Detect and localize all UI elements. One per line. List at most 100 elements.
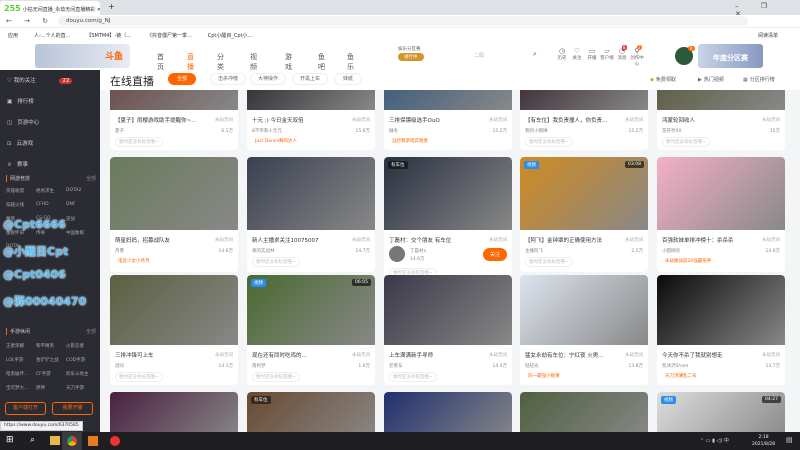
sidebar-game-link[interactable]: 金铲铲之战 [36, 357, 66, 363]
app-icon[interactable] [88, 436, 98, 446]
header-tool[interactable]: ⚲ 创作中心 [630, 47, 644, 67]
bookmark-item[interactable]: 《抖音僵尸第一季... [147, 33, 192, 39]
stream-title[interactable]: 鸿蒙轮回收人 [662, 116, 752, 124]
sidebar-game-link[interactable]: DNF [66, 202, 96, 208]
sidebar-game-link[interactable]: COD手游 [66, 357, 96, 363]
bookmark-item[interactable]: 人-...个人的直... [34, 33, 70, 39]
sidebar-game-link[interactable]: 天刀手游 [66, 385, 96, 391]
anchor-name[interactable]: 花开乔XX [662, 128, 682, 134]
header-tool[interactable]: ▭ 开播 [585, 47, 599, 61]
anchor-name[interactable]: 8不带刺十元元 [252, 128, 282, 134]
anchor-name[interactable]: 我的小钢琳 [525, 128, 548, 134]
filter-chip[interactable]: 开黑上车 [292, 73, 328, 85]
bookmark-item[interactable]: 应用 [8, 33, 18, 39]
pc-all-link[interactable]: 全部 [86, 175, 96, 182]
live-card[interactable]: 三排冲锋可上车 永劫无间 酒问 14.1万 暂时还没有标签哦~ [110, 275, 238, 385]
sidebar-item[interactable]: ◫ 页游中心 [7, 118, 39, 126]
url-input[interactable]: douyu.com/g_NJ [58, 16, 748, 26]
anchor-name[interactable]: 轻轻光 [525, 363, 539, 369]
reading-list[interactable]: 阅读清单 [758, 32, 778, 39]
live-card[interactable]: 猛女永劫有车位：宁红夜 火男... 永劫无间 轻轻光 13.8万 同一最强小根薄 [520, 275, 648, 385]
anchor-name[interactable]: 月熹 [115, 248, 124, 254]
sidebar-game-link[interactable]: 欢乐斗地主 [66, 371, 96, 377]
stream-title[interactable]: 三排冲锋可上车 [115, 351, 205, 359]
live-card[interactable]: 有车位 丁磊村：交个朋友 有车位 永劫无间 丁磊村x 14.6万 关注 暂时还没有标签哦~ [384, 157, 512, 292]
file-explorer-icon[interactable] [50, 436, 60, 445]
new-tab-button[interactable]: + [108, 2, 115, 11]
anchor-avatar[interactable] [389, 246, 405, 262]
bookmark-item[interactable]: 【SMTM4】-链（... [86, 33, 131, 39]
stream-title[interactable]: 今天你不杀了我就别想走 [662, 351, 752, 359]
sidebar-game-link[interactable]: 火影忍者 [66, 343, 96, 349]
stream-title[interactable]: 新人主播求关注10075007 [252, 236, 342, 244]
search-icon[interactable]: ⌕ [30, 435, 35, 445]
live-card[interactable]: 今天你不杀了我就别想走 永劫无间 凯沐沢Sham 13.7万 天刀顶薄乱二号 [657, 275, 785, 385]
mobile-all-link[interactable]: 全部 [86, 328, 96, 335]
filter-chip[interactable]: 大神操作 [250, 73, 286, 85]
event-banner[interactable]: 年度分区赛 [698, 44, 763, 68]
notification-icon[interactable]: ▤ [786, 436, 793, 444]
sidebar-item[interactable]: ♕ 赛事 [7, 160, 28, 168]
stream-thumbnail[interactable] [110, 275, 238, 345]
header-action[interactable]: ◆ 免费领取 [650, 76, 676, 83]
stream-title[interactable]: 现在还有同时吃鸡的... [252, 351, 342, 359]
anchor-name[interactable]: 主播阿飞 [525, 248, 543, 254]
sidebar-game-link[interactable]: DOTA2 [66, 188, 96, 194]
sidebar-game-link[interactable]: 英雄联盟 [6, 188, 36, 194]
anchor-name[interactable]: 夏子 [115, 128, 124, 134]
sidebar-game-link[interactable]: 原神 [36, 385, 66, 391]
filter-chip[interactable]: 妹纸 [334, 73, 362, 85]
sidebar-game-link[interactable]: 穿越火线 [6, 202, 36, 208]
nav-item[interactable]: 分类 [217, 52, 224, 72]
follow-button[interactable]: 关注 [482, 248, 507, 261]
stream-title[interactable]: 【夏子】雨樱游戏助手提醒你~... [115, 116, 205, 124]
windows-start-icon[interactable]: ⊞ [6, 435, 14, 445]
system-tray-icons[interactable]: ⌃ ▭ ▮ ◁) 中 [700, 437, 729, 444]
header-tool[interactable]: ◷ 历史 [555, 47, 569, 61]
anchor-name[interactable]: 老莱东 [389, 363, 403, 369]
live-card[interactable]: 萌星妈妈，招募战队友 永劫无间 月熹 14.6万 电竞少女小月月 [110, 157, 238, 272]
nav-item[interactable]: 首页 [157, 52, 164, 72]
nav-item[interactable]: 游戏 [285, 52, 292, 72]
header-action[interactable]: ▦ 分区排行榜 [743, 76, 775, 83]
stream-title[interactable]: 萌星妈妈，招募战队友 [115, 236, 205, 244]
sidebar-game-link[interactable]: CFHD [36, 202, 66, 208]
live-card[interactable]: 视频 03:08 【阿飞】金钟罩的正确使用方法 永劫无间 主播阿飞 2.5万 暂时还没有标签… [520, 157, 648, 272]
sidebar-game-link[interactable]: 和平精英 [36, 343, 66, 349]
live-card[interactable]: 视频 06:05 现在还有同时吃鸡的... 永劫无间 南柯梦 1.6万 暂时还没有标签哦~ [247, 275, 375, 385]
stream-title[interactable]: 猛女永劫有车位：宁红夜 火男... [525, 351, 615, 359]
filter-chip[interactable]: 全部 [168, 73, 196, 85]
anchor-name[interactable]: 凯沐沢Sham [662, 363, 688, 369]
sidebar-game-link[interactable]: 逆战 [66, 216, 96, 222]
stream-thumbnail[interactable] [657, 275, 785, 345]
stream-title[interactable]: 三排保镖级选手OuO [389, 116, 479, 124]
live-card[interactable]: 百强软妹单排冲榜十：杀杀杀 永劫无间 小甜桃的 14.6万 永劫厮战前20強霸揽神 [657, 157, 785, 272]
anchor-name[interactable]: 酒问 [115, 363, 124, 369]
anchor-name[interactable]: 真的实战林 [252, 248, 275, 254]
stream-thumbnail[interactable] [384, 275, 512, 345]
anchor-name[interactable]: 小甜桃的 [662, 248, 680, 254]
sidebar-game-link[interactable]: 暗黑破坏... [6, 371, 36, 377]
stream-title[interactable]: 丁磊村：交个朋友 有车位 [389, 236, 479, 244]
live-card[interactable]: 新人主播求关注10075007 永劫无间 真的实战林 14.7万 暂时还没有标签哦~ [247, 157, 375, 272]
stream-title[interactable]: 十元 :) 今日金天双倍 [252, 116, 342, 124]
chrome-taskbar-item[interactable] [62, 432, 82, 450]
bookmark-item[interactable]: Cpt小醒目_Cpt小... [208, 33, 253, 39]
stream-title[interactable]: 【有车位】我负责撞人，你负责... [525, 116, 615, 124]
stream-title[interactable]: 百强软妹单排冲榜十：杀杀杀 [662, 236, 752, 244]
stream-title[interactable]: 上车满满新手寻师 [389, 351, 479, 359]
clock[interactable]: 2:18 2021/8/28 [752, 434, 775, 448]
search-input[interactable]: 二阳 [470, 48, 540, 62]
nav-item[interactable]: 直播 [187, 52, 194, 72]
header-action[interactable]: ▶ 热门视频 [698, 76, 724, 83]
sidebar-item[interactable]: ▣ 排行榜 [7, 97, 34, 105]
anchor-name[interactable]: 珊冬 [389, 128, 398, 134]
sidebar-item[interactable]: ⊡ 云游戏 [7, 139, 33, 147]
sidebar-game-link[interactable]: 王者荣耀 [6, 343, 36, 349]
start-stream-button[interactable]: 我要开播 [52, 402, 93, 415]
header-tool[interactable]: ▱ 客户端 [600, 47, 614, 61]
sidebar-game-link[interactable]: CF手游 [36, 371, 66, 377]
douyu-logo[interactable]: 斗鱼 [105, 49, 123, 62]
header-tool[interactable]: ♡ 关注 [570, 47, 584, 61]
live-card[interactable]: 上车满满新手寻师 永劫无间 老莱东 14.4万 暂时还没有标签哦~ [384, 275, 512, 385]
